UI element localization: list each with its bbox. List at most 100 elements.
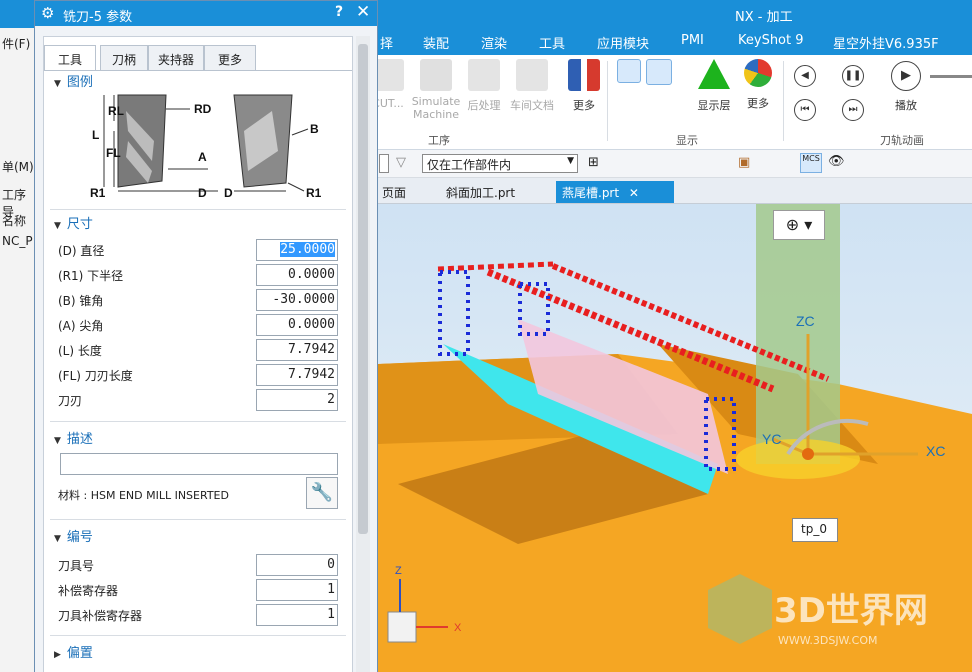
dim-label-flute-length: (FL) 刀刃长度: [58, 369, 133, 383]
rewind-icon: ◀: [794, 65, 816, 87]
help-icon[interactable]: ?: [335, 4, 343, 20]
menu-assembly[interactable]: 装配: [423, 33, 449, 52]
layer-toggle-button[interactable]: [614, 59, 644, 83]
description-input[interactable]: [60, 453, 338, 475]
tool-comp-register-input[interactable]: 1: [256, 604, 338, 626]
length-input[interactable]: 7.7942: [256, 339, 338, 361]
snap-point-button[interactable]: ⊕ ▾: [773, 210, 825, 240]
document-icon: [516, 59, 548, 91]
section-description[interactable]: ▼ 描述: [54, 428, 93, 447]
file-menu[interactable]: 件(F): [2, 35, 30, 52]
more-display-button[interactable]: 更多: [740, 59, 776, 111]
tab-shank[interactable]: 刀柄: [100, 45, 148, 71]
chevron-down-icon: ▼: [567, 156, 574, 166]
tool-number-input[interactable]: 0: [256, 554, 338, 576]
mcs-origin: [802, 448, 814, 460]
type-filter-combo[interactable]: [379, 154, 389, 173]
flute-length-input[interactable]: 7.7942: [256, 364, 338, 386]
graphics-viewport[interactable]: ZC YC XC Z X 3D世界网 WWW.3DSJW.COM ⊕ ▾ tp_…: [378, 204, 972, 672]
step-forward-button[interactable]: ⏭: [842, 99, 866, 121]
legend-label-d-right: D: [224, 186, 233, 200]
section-divider: [50, 635, 346, 636]
doc-tab-dovetail[interactable]: 燕尾槽.prt ✕: [556, 181, 674, 203]
snap-icon[interactable]: ⊞: [588, 155, 599, 170]
tip-angle-input[interactable]: 0.0000: [256, 314, 338, 336]
dim-label-diameter: (D) 直径: [58, 244, 105, 258]
display-layer-button[interactable]: 显示层: [692, 59, 736, 113]
triad-z-label: Z: [395, 565, 402, 577]
num-label-tool-comp-register: 刀具补偿寄存器: [58, 609, 143, 623]
material-select-button[interactable]: 🔧: [306, 477, 338, 509]
menu-xingkong-plugin[interactable]: 星空外挂V6.935F: [833, 33, 939, 52]
menu-keyshot[interactable]: KeyShot 9: [738, 33, 804, 48]
postprocess-icon: [468, 59, 500, 91]
tab-tool[interactable]: 工具: [44, 45, 96, 71]
doc-tab-label: 燕尾槽.prt: [562, 186, 620, 200]
tool-legend-diagram: RL RD L FL A B D R1 D R1: [90, 94, 322, 200]
section-numbers[interactable]: ▼ 编号: [54, 526, 93, 545]
watermark-text: 3D世界网: [774, 591, 928, 631]
close-icon[interactable]: ✕: [356, 2, 370, 22]
tree-root-nc[interactable]: NC_P: [2, 234, 33, 248]
taper-angle-input[interactable]: -30.0000: [256, 289, 338, 311]
tab-holder[interactable]: 夹持器: [148, 45, 204, 71]
section-divider: [50, 519, 346, 520]
step-back-button[interactable]: ⏮: [794, 99, 818, 121]
section-offset[interactable]: ▶ 偏置: [54, 642, 93, 661]
menu-tools[interactable]: 工具: [539, 33, 565, 52]
legend-label-l: L: [92, 128, 99, 142]
num-label-tool-number: 刀具号: [58, 559, 95, 573]
tool-tip: [736, 439, 860, 479]
simulate-machine-button[interactable]: Simulate Machine: [410, 59, 462, 121]
legend-label-fl: FL: [106, 146, 121, 160]
expand-triangle-icon: ▶: [54, 650, 61, 660]
app-title: NX - 加工: [735, 10, 793, 25]
menu-button[interactable]: 单(M): [2, 158, 34, 175]
scope-filter-combo[interactable]: 仅在工作部件内 ▼: [422, 154, 578, 173]
legend-label-rl: RL: [108, 104, 124, 118]
tab-more[interactable]: 更多: [204, 45, 256, 71]
legend-label-b: B: [310, 122, 319, 136]
eye-icon[interactable]: 👁: [828, 154, 845, 169]
lower-radius-input[interactable]: 0.0000: [256, 264, 338, 286]
tree-column-name: 名称: [2, 214, 27, 228]
play-button[interactable]: ▶ 播放: [890, 61, 922, 113]
menu-render[interactable]: 渲染: [481, 33, 507, 52]
pause-button[interactable]: ❚❚: [842, 65, 866, 87]
postprocess-button[interactable]: 后处理: [464, 59, 504, 113]
dim-label-taper-angle: (B) 锥角: [58, 294, 104, 308]
shop-doc-button[interactable]: 车间文档: [506, 59, 558, 113]
dialog-panel: 工具 刀柄 夹持器 更多 ▼ 图例 RL RD L FL A B D R1 D …: [43, 36, 353, 672]
group-animation-label: 刀轨动画: [880, 134, 924, 147]
legend-label-d-left: D: [198, 186, 207, 200]
scrollbar-thumb[interactable]: [358, 44, 368, 534]
display-tool-button[interactable]: [644, 59, 674, 85]
navigator-strip: 件(F) 单(M) 工序导 名称 NC_P: [0, 28, 36, 672]
legend-label-rd: RD: [194, 102, 212, 116]
flutes-input[interactable]: 2: [256, 389, 338, 411]
more-ops-button[interactable]: 更多: [564, 59, 604, 113]
legend-label-r1-right: R1: [306, 186, 322, 200]
up-arrow-icon: [698, 59, 730, 89]
dialog-body: 工具 刀柄 夹持器 更多 ▼ 图例 RL RD L FL A B D R1 D …: [35, 26, 377, 672]
mcs-icon[interactable]: MCS: [800, 153, 822, 173]
section-dimensions[interactable]: ▼ 尺寸: [54, 213, 93, 232]
cube-icon[interactable]: ▣: [738, 155, 750, 170]
menu-app-modules[interactable]: 应用模块: [597, 33, 649, 52]
doc-tab-page[interactable]: 页面: [376, 181, 412, 203]
menu-pmi[interactable]: PMI: [681, 33, 704, 48]
menu-select[interactable]: 择: [380, 33, 393, 52]
step-forward-icon: ⏭: [842, 99, 864, 121]
pause-icon: ❚❚: [842, 65, 864, 87]
diameter-input[interactable]: 25.0000: [256, 239, 338, 261]
doc-tab-bevel[interactable]: 斜面加工.prt: [440, 181, 521, 203]
close-icon[interactable]: ✕: [629, 186, 639, 200]
section-legend[interactable]: ▼ 图例: [54, 71, 93, 90]
comp-register-input[interactable]: 1: [256, 579, 338, 601]
filter-icon[interactable]: ▽: [396, 155, 406, 170]
dialog-scrollbar[interactable]: [356, 36, 370, 672]
num-label-comp-register: 补偿寄存器: [58, 584, 119, 598]
rewind-button[interactable]: ◀: [794, 65, 818, 87]
animation-speed-slider[interactable]: [930, 75, 972, 78]
group-display-label: 显示: [676, 134, 698, 147]
